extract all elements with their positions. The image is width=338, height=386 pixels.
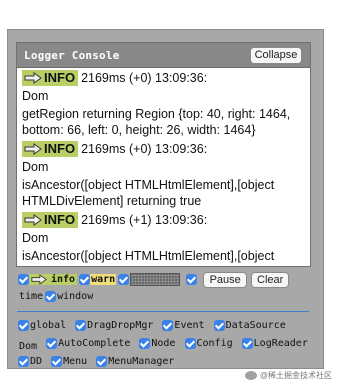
info-badge: INFO [22, 69, 79, 86]
log-time: 2169ms (+0) 13:09:36: [81, 70, 208, 85]
arrow-right-icon [24, 213, 42, 226]
console-title: Logger Console [24, 48, 120, 62]
level-filters: info warn Pause Clear time window [18, 270, 316, 303]
source-filter[interactable]: Node [139, 336, 175, 351]
checkbox[interactable] [162, 320, 174, 331]
source-filter-label: MenuManager [108, 356, 175, 367]
log-time: 2169ms (+1) 13:09:36: [81, 212, 208, 227]
collapse-button[interactable]: Collapse [250, 46, 302, 64]
source-filter-label: Dom [19, 341, 38, 352]
source-filter-label: Node [151, 338, 176, 349]
checkbox[interactable] [118, 274, 130, 285]
source-filter[interactable]: Config [184, 336, 233, 351]
source-filter[interactable]: DragDropMgr [75, 318, 153, 333]
source-filter-label: LogReader [253, 338, 308, 349]
arrow-right-icon [24, 142, 42, 155]
checkbox[interactable] [139, 338, 151, 349]
logger-console: Logger Console Collapse INFO 2169ms (+0)… [16, 42, 311, 267]
log-source: Dom [22, 89, 49, 103]
pause-button[interactable]: Pause [203, 271, 248, 288]
log-source: Dom [22, 160, 49, 174]
source-filter-label: Event [174, 320, 205, 331]
checkbox[interactable] [51, 356, 63, 367]
checkbox[interactable] [46, 338, 58, 349]
checkbox[interactable] [213, 320, 225, 331]
source-filter-label: DragDropMgr [87, 320, 154, 331]
info-badge: INFO [22, 211, 79, 228]
filter-label: warn [90, 274, 117, 285]
source-filter[interactable]: Menu [51, 354, 87, 369]
log-entry: INFO 2169ms (+0) 13:09:36: Dom isAncesto… [22, 140, 305, 209]
clear-button[interactable]: Clear [251, 271, 290, 288]
filter-warn[interactable]: warn [79, 274, 117, 285]
source-filter[interactable]: AutoComplete [46, 336, 130, 351]
log-time: 2169ms (+0) 13:09:36: [81, 141, 208, 156]
checkbox[interactable] [241, 338, 253, 349]
source-filter[interactable]: MenuManager [96, 354, 174, 369]
log-output[interactable]: INFO 2169ms (+0) 13:09:36: Dom getRegion… [17, 68, 310, 266]
source-filter-label: global [30, 320, 67, 331]
filter-label: info [51, 274, 76, 285]
source-filter[interactable]: global [18, 318, 66, 333]
source-filter[interactable]: DD [18, 354, 42, 369]
source-filter[interactable]: Dom [18, 339, 37, 354]
source-filter-label: DD [30, 356, 43, 367]
console-header: Logger Console Collapse [17, 43, 310, 68]
filter-info[interactable]: info [18, 274, 78, 285]
divider [17, 311, 309, 312]
checkbox[interactable] [96, 356, 108, 367]
filter-time[interactable]: time [18, 291, 43, 302]
logo-icon [244, 371, 257, 380]
arrow-right-icon [24, 71, 42, 84]
checkbox[interactable] [18, 356, 29, 367]
info-badge: INFO [22, 140, 79, 157]
log-message: getRegion returning Region {top: 40, rig… [22, 107, 291, 137]
log-entry: INFO 2169ms (+1) 13:09:36: Dom isAncesto… [22, 211, 305, 266]
filter-label: time [19, 290, 44, 302]
source-filter-label: DataSource [225, 320, 286, 331]
arrow-right-icon [31, 274, 47, 285]
filter-window[interactable]: window [45, 290, 94, 302]
error-badge [130, 273, 181, 286]
watermark: @稀土掘金技术社区 [244, 370, 332, 381]
source-filters: global DragDropMgr Event DataSource Dom … [18, 318, 316, 372]
source-filter[interactable]: LogReader [241, 336, 308, 351]
checkbox[interactable] [18, 320, 29, 331]
log-entry: INFO 2169ms (+0) 13:09:36: Dom getRegion… [22, 69, 305, 138]
checkbox[interactable] [79, 274, 91, 285]
filter-extra[interactable] [186, 274, 198, 285]
source-filter-label: AutoComplete [58, 338, 131, 349]
checkbox[interactable] [45, 290, 57, 302]
source-filter[interactable]: DataSource [213, 318, 286, 333]
source-filter[interactable]: Event [162, 318, 205, 333]
filter-label: window [57, 290, 94, 302]
checkbox[interactable] [186, 274, 198, 285]
checkbox[interactable] [18, 274, 29, 285]
log-message: isAncestor([object HTMLHtmlElement],[obj… [22, 178, 275, 208]
checkbox[interactable] [184, 338, 196, 349]
checkbox[interactable] [75, 320, 87, 331]
filter-error[interactable] [118, 273, 181, 286]
source-filter-label: Menu [63, 356, 88, 367]
log-source: Dom [22, 231, 49, 245]
log-message: isAncestor([object HTMLHtmlElement],[obj… [22, 249, 275, 266]
source-filter-label: Config [196, 338, 233, 349]
